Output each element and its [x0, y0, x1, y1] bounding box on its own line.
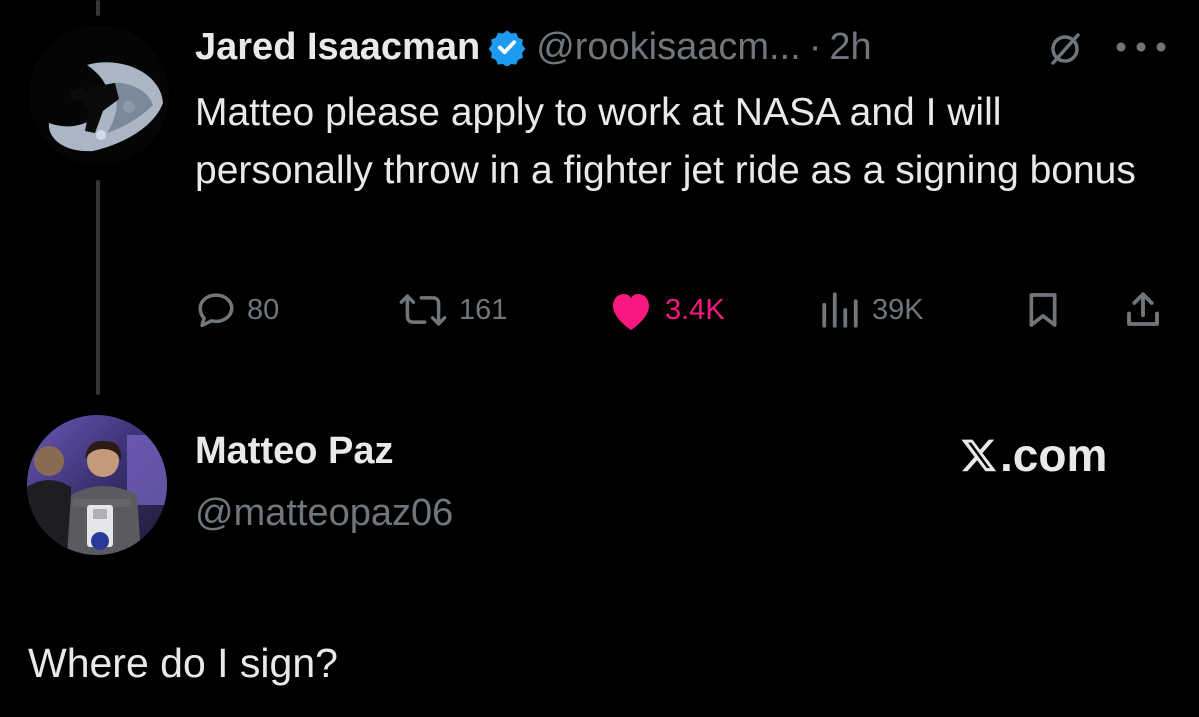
reply-author-avatar[interactable] — [27, 415, 167, 555]
views-count: 39K — [872, 293, 924, 326]
x-logo-icon — [961, 439, 997, 472]
tweet-text: Matteo please apply to work at NASA and … — [195, 91, 1136, 192]
repost-count: 161 — [459, 293, 508, 326]
moon-avatar-image — [29, 25, 169, 165]
thread-connector-line — [96, 180, 100, 395]
reply-author-handle[interactable]: @matteopaz06 — [195, 492, 453, 535]
reply-count: 80 — [247, 293, 280, 326]
share-action[interactable] — [1122, 285, 1164, 335]
reply-action[interactable]: 80 — [195, 285, 279, 335]
like-action[interactable]: 3.4K — [607, 285, 725, 335]
analytics-icon — [822, 292, 858, 328]
xcom-watermark: .com — [960, 428, 1107, 482]
grok-icon[interactable] — [1045, 29, 1085, 69]
bookmark-icon — [1029, 293, 1057, 327]
repost-icon — [399, 294, 447, 326]
reply-author-name[interactable]: Matteo Paz — [195, 430, 393, 473]
repost-action[interactable]: 161 — [397, 285, 507, 335]
reply-icon — [198, 293, 234, 328]
separator-dot: · — [808, 25, 822, 68]
views-action[interactable]: 39K — [818, 285, 924, 335]
author-handle[interactable]: @rookisaacm... — [536, 26, 801, 69]
tweet-timestamp[interactable]: 2h — [829, 26, 871, 69]
bookmark-action[interactable] — [1023, 285, 1063, 335]
heart-icon — [613, 294, 649, 330]
more-icon[interactable] — [1112, 34, 1170, 60]
share-icon — [1127, 292, 1159, 326]
watermark-label: .com — [1000, 429, 1108, 481]
verified-badge-icon — [488, 30, 526, 66]
like-count: 3.4K — [665, 293, 725, 326]
tweet-header: Jared Isaacman @rookisaacm... · 2h — [195, 22, 872, 72]
thread-connector-line-top — [96, 0, 100, 16]
reply-text: Where do I sign? — [28, 640, 338, 686]
photo-avatar-image — [27, 415, 167, 555]
author-avatar[interactable] — [29, 25, 169, 165]
author-name[interactable]: Jared Isaacman — [195, 26, 480, 69]
